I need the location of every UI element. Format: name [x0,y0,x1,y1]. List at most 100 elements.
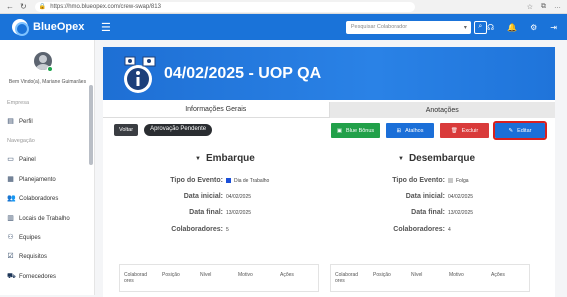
online-status-dot [47,66,53,72]
editar-label: Editar [517,127,532,134]
caret-down-icon: ▼ [195,155,201,162]
embarque-tipo-row: Tipo do Evento: Dia de Trabalho [143,177,269,184]
sidebar-item-requisitos[interactable]: ☑ Requisitos [7,253,47,260]
sidebar-item-equipes[interactable]: ⚇ Equipes [7,234,41,241]
page-title: 04/02/2025 - UOP QA [164,65,322,82]
extensions-icon[interactable]: ⧉ [541,3,546,11]
back-button[interactable]: Voltar [114,124,139,136]
back-arrow-icon[interactable]: ← [6,2,14,11]
field-label: Data inicial: [405,193,445,200]
team-icon: ⚇ [7,234,14,241]
sidebar-item-label: Colaboradores [19,195,59,202]
field-label: Data inicial: [183,193,223,200]
status-badge: Aprovação Pendente [144,124,213,136]
url-text: https://hmo.blueopex.com/crew-swap/813 [50,3,161,10]
tipo-evento-value: Dia de Trabalho [234,177,270,184]
tab-informacoes-gerais[interactable]: Informações Gerais [103,102,329,118]
trash-icon: 🗑 [450,127,458,134]
table-header[interactable]: Ações [487,265,527,291]
desembarque-tipo-row: Tipo do Evento: Folga [365,177,468,184]
field-label: Tipo do Evento: [170,177,223,184]
money-icon: ▣ [336,127,343,134]
embarque-colaboradores-row: Colaboradores: 5 [143,226,229,233]
blue-bonus-button[interactable]: ▣ Blue Bônus [331,123,380,138]
gear-icon[interactable]: ⚙ [530,23,537,32]
table-header[interactable]: Motivo [445,265,487,291]
plus-icon: ⊞ [396,127,402,134]
section-empresa: Empresa [7,100,30,106]
embarque-title[interactable]: ▼ Embarque [195,153,255,164]
desembarque-title[interactable]: ▼ Desembarque [398,153,475,164]
desktop-icon: ▭ [7,156,14,163]
calendar-icon: ▦ [7,176,14,183]
edit-icon: ✎ [508,127,514,134]
colaboradores-value: 5 [226,226,229,233]
atalhos-button[interactable]: ⊞ Atalhos [386,123,434,138]
sidebar-item-locais[interactable]: ▥ Locais de Trabalho [7,215,70,222]
caret-down-icon: ▼ [398,155,404,162]
app-name: BlueOpex [33,21,85,33]
blue-bonus-label: Blue Bônus [346,127,375,134]
address-bar[interactable]: 🔒 https://hmo.blueopex.com/crew-swap/813 [34,1,415,12]
more-icon[interactable]: … [554,3,561,11]
welcome-text: Bem Vindo(a), Mariane Guimarães [8,79,87,85]
table-header[interactable]: Ações [276,265,316,291]
header-actions: ☊ 🔔 ⚙ ⇥ [487,23,557,32]
table-header[interactable]: Posição [158,265,196,291]
field-label: Data final: [411,209,445,216]
users-icon: 👥 [7,195,16,202]
crew-swap-card: 04/02/2025 - UOP QA Informações Gerais A… [103,47,555,297]
embarque-table: Colaborad ores Posição Nível Motivo Açõe… [119,264,319,292]
atalhos-label: Atalhos [405,127,424,134]
table-header[interactable]: Posição [369,265,407,291]
data-final-value: 13/02/2025 [226,209,252,216]
editar-button[interactable]: ✎ Editar [493,121,547,140]
app-header: BlueOpex ☰ Pesquisar Colaborador ▾ ⌕ ☊ 🔔… [0,14,567,40]
star-icon[interactable]: ☆ [527,3,533,11]
sidebar-item-perfil[interactable]: ▤ Perfil [7,118,32,125]
sidebar-item-colaboradores[interactable]: 👥 Colaboradores [7,195,58,202]
sidebar-item-planejamento[interactable]: ▦ Planejamento [7,176,56,183]
desembarque-title-text: Desembarque [408,153,476,164]
embarque-data-inicial-row: Data inicial: 04/02/2025 [143,193,251,200]
logo-icon [12,19,29,36]
field-label: Data final: [189,209,223,216]
table-header[interactable]: Colaborad ores [331,265,369,291]
excluir-button[interactable]: 🗑 Excluir [440,123,489,138]
refresh-icon[interactable]: ↻ [20,2,27,11]
sidebar-item-label: Fornecedores [19,273,57,280]
sidebar-item-label: Planejamento [19,176,56,183]
table-header[interactable]: Nível [196,265,234,291]
excluir-label: Excluir [461,127,479,134]
status-row: Voltar Aprovação Pendente [114,124,213,136]
search-collaborator-select[interactable]: Pesquisar Colaborador ▾ [345,20,471,34]
table-header[interactable]: Colaborad ores [120,265,158,291]
logout-icon[interactable]: ⇥ [550,23,557,32]
sidebar-item-painel[interactable]: ▭ Painel [7,156,36,163]
tab-anotacoes[interactable]: Anotações [328,102,555,118]
sidebar-item-label: Equipes [19,234,41,241]
hamburger-menu-icon[interactable]: ☰ [101,21,111,34]
field-label: Colaboradores: [171,226,223,233]
app-logo[interactable]: BlueOpex [0,19,95,36]
sidebar-item-label: Locais de Trabalho [19,215,70,222]
field-label: Colaboradores: [393,226,445,233]
table-header[interactable]: Nível [407,265,445,291]
sidebar-scrollbar[interactable] [89,85,93,165]
action-buttons: ▣ Blue Bônus ⊞ Atalhos 🗑 Excluir ✎ Edita… [331,121,547,140]
table-header[interactable]: Motivo [234,265,276,291]
main-content: 04/02/2025 - UOP QA Informações Gerais A… [95,40,567,297]
embarque-data-final-row: Data final: 13/02/2025 [143,209,251,216]
sidebar-item-fornecedores[interactable]: ⛟ Fornecedores [7,273,56,280]
tab-bar: Informações Gerais Anotações [103,102,555,118]
search-placeholder: Pesquisar Colaborador [350,24,408,30]
crew-swap-emblem-icon [124,56,156,93]
browser-actions: ☆ ⧉ … [527,3,561,11]
id-card-icon: ▤ [7,118,14,125]
data-inicial-value: 04/02/2025 [448,193,474,200]
data-inicial-value: 04/02/2025 [226,193,252,200]
search-button[interactable]: ⌕ [473,20,487,34]
data-final-value: 13/02/2025 [448,209,474,216]
bell-icon[interactable]: 🔔 [507,23,517,32]
headset-icon[interactable]: ☊ [487,23,494,32]
